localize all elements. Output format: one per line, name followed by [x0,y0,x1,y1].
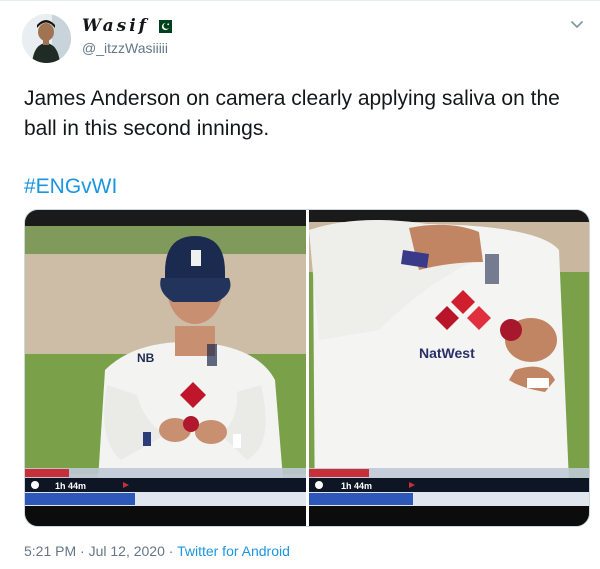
timestamp[interactable]: 5:21 PM · Jul 12, 2020 · [24,543,177,559]
name-row: Wasif [82,14,172,38]
tweet-text: James Anderson on camera clearly applyin… [24,87,560,140]
photo-left[interactable]: NB 1h 44m [25,210,306,526]
tweet-meta: 5:21 PM · Jul 12, 2020 · Twitter for And… [24,543,290,559]
avatar[interactable] [22,14,71,63]
shirt-brand-logo: NB [137,351,155,365]
photo-right[interactable]: NatWest 1h 44m [309,210,589,526]
top-divider [0,0,600,1]
chevron-down-icon[interactable] [569,16,585,32]
scoreboard-time: 1h 44m [55,481,86,491]
media-grid: NB 1h 44m NatWest 1h 44m [24,209,590,527]
scoreboard-time: 1h 44m [341,481,372,491]
pakistan-flag-icon [154,19,172,33]
shirt-sponsor-logo: NatWest [419,345,475,361]
hashtag-link[interactable]: #ENGvWI [24,174,117,200]
source-link[interactable]: Twitter for Android [177,543,290,559]
display-name[interactable]: Wasif [82,16,149,36]
handle[interactable]: @_itzzWasiiiii [82,40,168,56]
